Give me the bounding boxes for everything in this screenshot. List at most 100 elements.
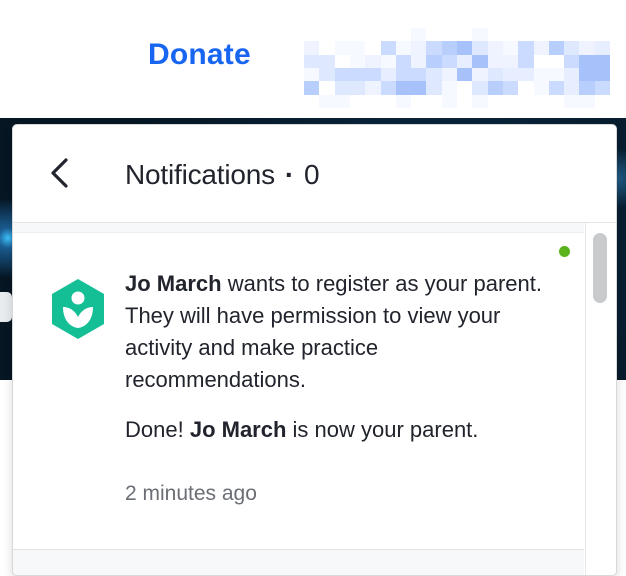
blur-cell bbox=[594, 54, 610, 68]
blur-cell bbox=[548, 28, 565, 42]
blur-cell bbox=[457, 54, 473, 68]
blur-cell bbox=[487, 28, 503, 42]
blur-cell bbox=[304, 54, 320, 68]
blur-cell bbox=[334, 54, 350, 68]
blur-cell bbox=[548, 81, 565, 95]
scrollbar-thumb[interactable] bbox=[593, 233, 607, 303]
blur-cell bbox=[594, 67, 610, 82]
blur-cell bbox=[380, 41, 396, 55]
khan-academy-logo-icon bbox=[52, 279, 104, 339]
blur-cell bbox=[441, 67, 457, 82]
blur-cell bbox=[472, 28, 488, 42]
blur-cell bbox=[426, 41, 442, 55]
blur-cell bbox=[365, 94, 381, 108]
blur-cell bbox=[365, 41, 381, 55]
blur-cell bbox=[594, 94, 610, 108]
blur-cell bbox=[349, 67, 366, 82]
blur-cell bbox=[533, 28, 549, 42]
notification-list: Jo March wants to register as your paren… bbox=[13, 223, 584, 575]
unread-indicator bbox=[559, 246, 570, 257]
blur-cell bbox=[349, 41, 366, 55]
blur-cell bbox=[304, 28, 320, 42]
panel-title: Notifications · 0 bbox=[125, 159, 320, 191]
blur-cell bbox=[395, 41, 412, 55]
blur-cell bbox=[411, 28, 427, 42]
blur-cell bbox=[579, 94, 595, 108]
blur-cell bbox=[304, 81, 320, 95]
account-menu-blurred[interactable] bbox=[304, 28, 610, 108]
blur-cell bbox=[502, 94, 519, 108]
blur-cell bbox=[334, 28, 350, 42]
blur-cell bbox=[564, 54, 580, 68]
blur-cell bbox=[487, 54, 503, 68]
blur-cell bbox=[349, 54, 366, 68]
notification-count: 0 bbox=[304, 159, 320, 190]
notification-message: Jo March wants to register as your paren… bbox=[125, 268, 545, 396]
blur-cell bbox=[533, 94, 549, 108]
notification-item[interactable]: Jo March wants to register as your paren… bbox=[13, 232, 584, 550]
blur-cell bbox=[349, 81, 366, 95]
blur-cell bbox=[533, 67, 549, 82]
blur-cell bbox=[518, 41, 534, 55]
blur-cell bbox=[533, 81, 549, 95]
blur-cell bbox=[518, 67, 534, 82]
blur-cell bbox=[579, 81, 595, 95]
panel-header: Notifications · 0 bbox=[13, 125, 616, 223]
notification-timestamp: 2 minutes ago bbox=[125, 482, 257, 505]
blur-cell bbox=[426, 67, 442, 82]
blur-cell bbox=[579, 41, 595, 55]
notification-text: Jo March wants to register as your paren… bbox=[125, 268, 545, 446]
blur-cell bbox=[380, 67, 396, 82]
blur-cell bbox=[395, 94, 412, 108]
blur-cell bbox=[564, 41, 580, 55]
blur-cell bbox=[395, 54, 412, 68]
blur-cell bbox=[487, 94, 503, 108]
blur-cell bbox=[579, 54, 595, 68]
blur-cell bbox=[426, 81, 442, 95]
blur-cell bbox=[472, 67, 488, 82]
blur-cell bbox=[319, 41, 335, 55]
blur-cell bbox=[594, 28, 610, 42]
carousel-handle[interactable] bbox=[0, 292, 12, 322]
blur-cell bbox=[349, 28, 366, 42]
blur-cell bbox=[334, 94, 350, 108]
blur-cell bbox=[395, 67, 412, 82]
title-label: Notifications bbox=[125, 159, 275, 190]
blur-cell bbox=[380, 54, 396, 68]
blur-cell bbox=[380, 81, 396, 95]
blur-cell bbox=[533, 41, 549, 55]
blur-cell bbox=[304, 94, 320, 108]
blur-cell bbox=[564, 94, 580, 108]
blur-cell bbox=[441, 94, 457, 108]
blur-cell bbox=[502, 28, 519, 42]
blur-cell bbox=[380, 94, 396, 108]
status-suffix: is now your parent. bbox=[286, 417, 479, 442]
notification-status: Done! Jo March is now your parent. bbox=[125, 414, 545, 446]
blur-cell bbox=[365, 81, 381, 95]
blur-cell bbox=[502, 41, 519, 55]
blur-cell bbox=[365, 54, 381, 68]
blur-cell bbox=[548, 54, 565, 68]
blur-cell bbox=[457, 28, 473, 42]
blur-cell bbox=[426, 94, 442, 108]
blur-cell bbox=[548, 41, 565, 55]
blur-cell bbox=[518, 28, 534, 42]
scrollbar[interactable] bbox=[585, 223, 616, 575]
status-name: Jo March bbox=[189, 417, 287, 442]
blur-cell bbox=[548, 94, 565, 108]
blur-cell bbox=[319, 94, 335, 108]
blur-cell bbox=[487, 41, 503, 55]
blur-cell bbox=[564, 67, 580, 82]
back-button[interactable] bbox=[43, 155, 79, 191]
blur-cell bbox=[304, 41, 320, 55]
blur-cell bbox=[457, 41, 473, 55]
blur-cell bbox=[594, 41, 610, 55]
donate-link[interactable]: Donate bbox=[148, 38, 251, 72]
blur-cell bbox=[502, 54, 519, 68]
site-header: Donate bbox=[0, 0, 626, 118]
blur-cell bbox=[411, 67, 427, 82]
blur-cell bbox=[319, 81, 335, 95]
title-separator: · bbox=[284, 159, 295, 190]
requester-name: Jo March bbox=[125, 271, 222, 296]
blur-cell bbox=[395, 28, 412, 42]
